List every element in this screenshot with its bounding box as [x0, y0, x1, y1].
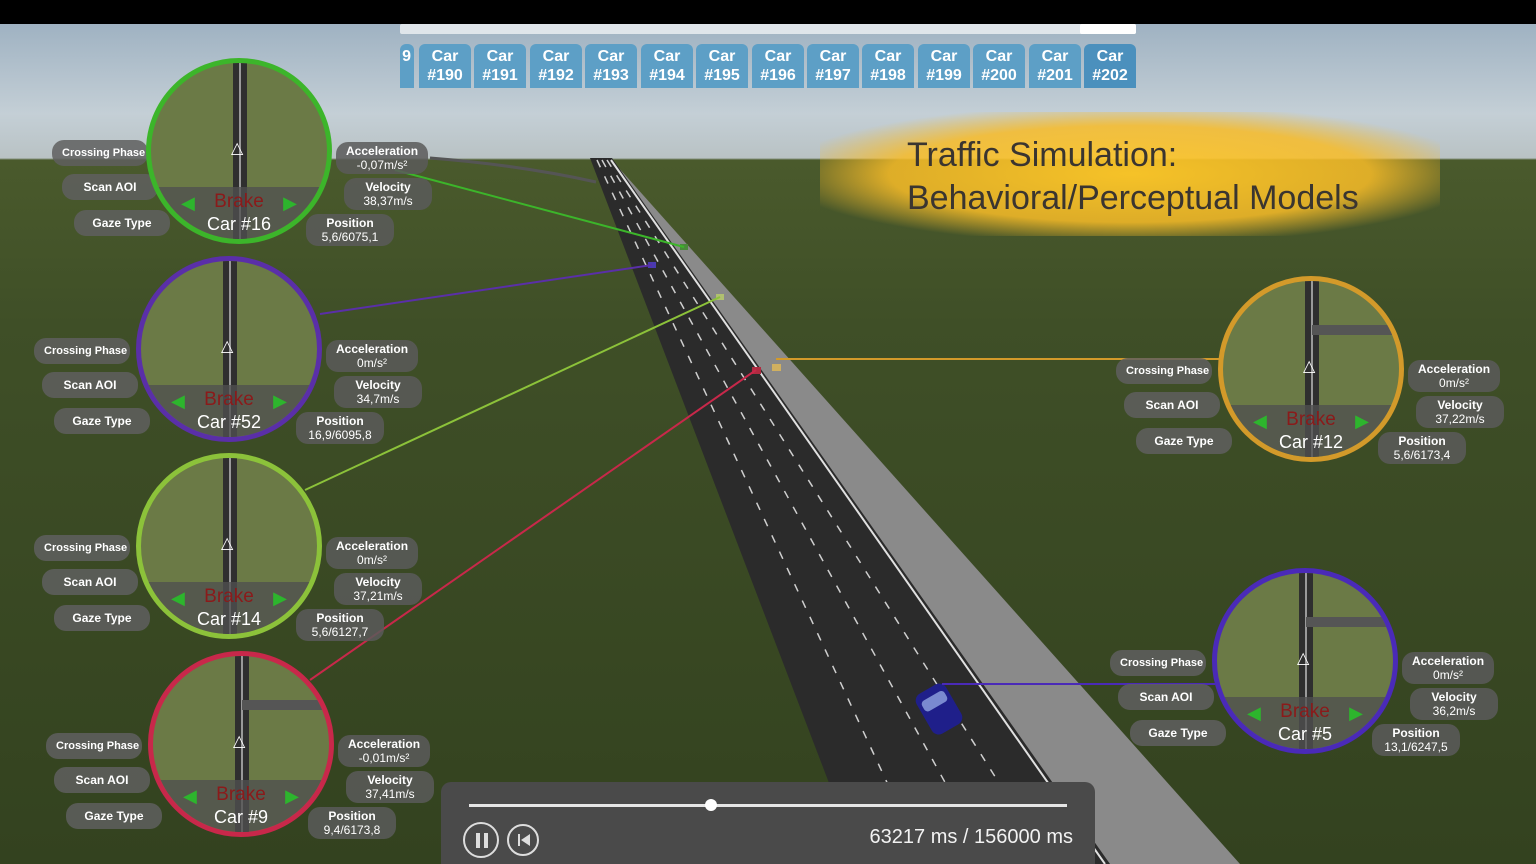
- car-view-circle[interactable]: △ ◀ ▶ Brake Car #9: [148, 651, 334, 837]
- position-stat: Position 16,9/6095,8: [296, 412, 384, 444]
- acceleration-stat: Acceleration 0m/s²: [326, 340, 419, 372]
- car-name: Car #52: [196, 412, 262, 432]
- time-readout: 63217 ms / 156000 ms: [869, 826, 1073, 848]
- title-line-2: Behavioral/Perceptual Models: [907, 179, 1359, 217]
- gaze-type-label: Gaze Type: [54, 408, 150, 434]
- car-panel-14: Crossing Phase Scan AOI Gaze Type △ ◀ ▶ …: [34, 453, 474, 653]
- minimap-crossroad: [242, 700, 329, 710]
- playback-bar: 63217 ms / 156000 ms: [441, 782, 1095, 864]
- tab-car-193[interactable]: Car #193: [585, 44, 637, 88]
- position-stat: Position 13,1/6247,5: [1372, 724, 1460, 756]
- car-triangle-icon: △: [233, 733, 246, 750]
- top-black-bar: [0, 0, 1536, 24]
- tab-car-192[interactable]: Car #192: [530, 44, 582, 88]
- crossing-phase-label: Crossing Phase: [1110, 650, 1206, 676]
- tab-car-197[interactable]: Car #197: [807, 44, 859, 88]
- scan-aoi-label: Scan AOI: [54, 767, 150, 793]
- brake-label: Brake: [204, 586, 254, 607]
- tab-car-202[interactable]: Car #202: [1084, 44, 1136, 88]
- car-view-circle[interactable]: △ ◀ ▶ Brake Car #12: [1218, 276, 1404, 462]
- velocity-stat: Velocity 37,41m/s: [346, 771, 434, 803]
- car-name: Car #12: [1278, 432, 1344, 452]
- acceleration-stat: Acceleration -0,01m/s²: [338, 735, 431, 767]
- car-panel-9: Crossing Phase Scan AOI Gaze Type △ ◀ ▶ …: [46, 651, 486, 851]
- car-name: Car #5: [1277, 724, 1333, 744]
- tab-car-201[interactable]: Car #201: [1029, 44, 1081, 88]
- skip-back-button[interactable]: [507, 824, 539, 856]
- car-view-circle[interactable]: △ ◀ ▶ Brake Car #52: [136, 256, 322, 442]
- seek-knob[interactable]: [705, 799, 718, 811]
- velocity-stat: Velocity 34,7m/s: [334, 376, 422, 408]
- car-name: Car #9: [213, 807, 269, 827]
- car-triangle-icon: △: [1303, 358, 1316, 375]
- car-view-circle[interactable]: △ ◀ ▶ Brake Car #5: [1212, 568, 1398, 754]
- tab-scrollbar[interactable]: [400, 24, 1136, 34]
- car-panel-52: Crossing Phase Scan AOI Gaze Type △ ◀ ▶ …: [34, 256, 474, 456]
- seek-track[interactable]: [469, 804, 1067, 807]
- car-marker: [772, 364, 781, 371]
- crossing-phase-label: Crossing Phase: [34, 535, 130, 561]
- crossing-phase-label: Crossing Phase: [34, 338, 130, 364]
- crossing-phase-label: Crossing Phase: [52, 140, 148, 166]
- scan-aoi-label: Scan AOI: [1118, 684, 1214, 710]
- tab-car-198[interactable]: Car #198: [862, 44, 914, 88]
- tab-car-196[interactable]: Car #196: [752, 44, 804, 88]
- car-triangle-icon: △: [231, 140, 244, 157]
- scan-aoi-label: Scan AOI: [62, 174, 158, 200]
- velocity-stat: Velocity 37,21m/s: [334, 573, 422, 605]
- car-view-circle[interactable]: △ ◀ ▶ Brake Car #14: [136, 453, 322, 639]
- title-line-1: Traffic Simulation:: [907, 136, 1178, 174]
- scan-aoi-label: Scan AOI: [1124, 392, 1220, 418]
- brake-label: Brake: [216, 784, 266, 805]
- brake-label: Brake: [1286, 409, 1336, 430]
- acceleration-stat: Acceleration 0m/s²: [1402, 652, 1495, 684]
- acceleration-stat: Acceleration -0,07m/s²: [336, 142, 429, 174]
- scan-aoi-label: Scan AOI: [42, 569, 138, 595]
- crossing-phase-label: Crossing Phase: [46, 733, 142, 759]
- velocity-stat: Velocity 37,22m/s: [1416, 396, 1504, 428]
- minimap-crossroad: [1306, 617, 1393, 627]
- road: [590, 158, 1110, 864]
- tab-car-195[interactable]: Car #195: [696, 44, 748, 88]
- crossing-phase-label: Crossing Phase: [1116, 358, 1212, 384]
- car-name: Car #16: [206, 214, 272, 234]
- brake-label: Brake: [1280, 701, 1330, 722]
- velocity-stat: Velocity 38,37m/s: [344, 178, 432, 210]
- car-triangle-icon: △: [1297, 650, 1310, 667]
- car-name: Car #14: [196, 609, 262, 629]
- tab-car-200[interactable]: Car #200: [973, 44, 1025, 88]
- tab-car-199[interactable]: Car #199: [918, 44, 970, 88]
- car-triangle-icon: △: [221, 338, 234, 355]
- position-stat: Position 9,4/6173,8: [308, 807, 396, 839]
- velocity-stat: Velocity 36,2m/s: [1410, 688, 1498, 720]
- car-panel-16: Crossing Phase Scan AOI Gaze Type △ ◀ ▶ …: [44, 58, 484, 258]
- video-title: Traffic Simulation: Behavioral/Perceptua…: [907, 134, 1359, 220]
- position-stat: Position 5,6/6075,1: [306, 214, 394, 246]
- tab-car-194[interactable]: Car #194: [641, 44, 693, 88]
- car-triangle-icon: △: [221, 535, 234, 552]
- brake-label: Brake: [204, 389, 254, 410]
- car-view-circle[interactable]: △ ◀ ▶ Brake Car #16: [146, 58, 332, 244]
- scan-aoi-label: Scan AOI: [42, 372, 138, 398]
- acceleration-stat: Acceleration 0m/s²: [1408, 360, 1501, 392]
- gaze-type-label: Gaze Type: [1136, 428, 1232, 454]
- minimap-crossroad: [1312, 325, 1399, 335]
- pause-button[interactable]: [463, 822, 499, 858]
- gaze-type-label: Gaze Type: [1130, 720, 1226, 746]
- tab-scrollbar-thumb[interactable]: [1080, 24, 1136, 34]
- car-tab-strip: 9 Car #190 Car #191 Car #192 Car #193 Car #19…: [400, 24, 1136, 88]
- car-panel-12: Crossing Phase Scan AOI Gaze Type △ ◀ ▶ …: [1116, 276, 1536, 476]
- car-panel-5: Crossing Phase Scan AOI Gaze Type △ ◀ ▶ …: [1110, 568, 1536, 768]
- gaze-type-label: Gaze Type: [66, 803, 162, 829]
- gaze-type-label: Gaze Type: [54, 605, 150, 631]
- acceleration-stat: Acceleration 0m/s²: [326, 537, 419, 569]
- position-stat: Position 5,6/6173,4: [1378, 432, 1466, 464]
- brake-label: Brake: [214, 191, 264, 212]
- position-stat: Position 5,6/6127,7: [296, 609, 384, 641]
